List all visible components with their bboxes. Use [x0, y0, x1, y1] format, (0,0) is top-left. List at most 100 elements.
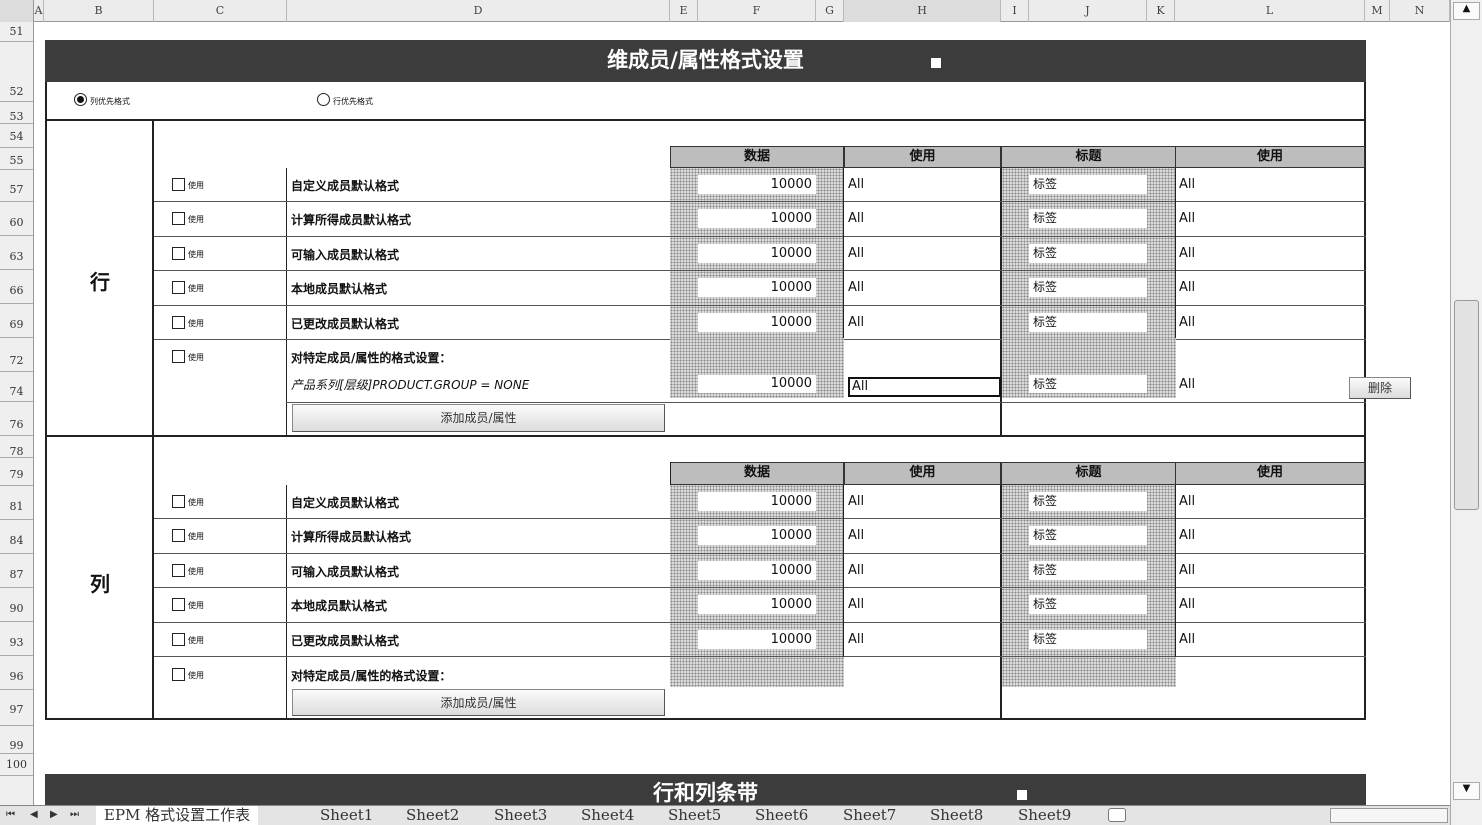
row-item-checkbox[interactable] — [172, 246, 185, 260]
col-item-tag[interactable]: 标签 — [1029, 595, 1147, 615]
row-item-tag[interactable]: 标签 — [1029, 209, 1147, 229]
col-item-checkbox[interactable] — [172, 495, 185, 508]
col-item-tag[interactable]: 标签 — [1029, 492, 1147, 511]
row-header[interactable]: 87 — [0, 554, 33, 588]
radio-row-first[interactable] — [317, 93, 330, 106]
row-item-tag[interactable]: 标签 — [1029, 312, 1147, 332]
row-header[interactable]: 99 — [0, 726, 33, 754]
col-item-use2[interactable]: All — [1179, 494, 1195, 509]
scroll-thumb[interactable] — [1454, 300, 1479, 510]
vertical-scrollbar[interactable]: ▲ ▼ — [1450, 0, 1482, 825]
sheet-tab[interactable]: Sheet9 — [1010, 806, 1079, 825]
row-item-use2[interactable]: All — [1179, 246, 1195, 261]
next-sheet-icon[interactable]: ▶ — [50, 809, 58, 820]
col-item-use[interactable]: All — [848, 597, 864, 612]
col-header-a[interactable]: A — [34, 0, 44, 22]
sheet-tab[interactable]: Sheet1 — [312, 806, 381, 825]
select-all-corner[interactable] — [0, 0, 34, 22]
col-add-member-button[interactable]: 添加成员/属性 — [292, 689, 665, 716]
row-header[interactable]: 66 — [0, 270, 33, 304]
horizontal-scrollbar[interactable] — [1330, 808, 1448, 823]
row-header[interactable]: 78 — [0, 436, 33, 458]
row-header[interactable]: 54 — [0, 124, 33, 148]
row-item-use2[interactable]: All — [1179, 280, 1195, 295]
col-header-m[interactable]: M — [1365, 0, 1390, 22]
row-header[interactable]: 60 — [0, 202, 33, 236]
row-header[interactable]: 57 — [0, 170, 33, 202]
row-header[interactable]: 53 — [0, 102, 33, 124]
scroll-down-icon[interactable]: ▼ — [1453, 782, 1480, 800]
col-item-use2[interactable]: All — [1179, 632, 1195, 647]
last-sheet-icon[interactable]: ⏭ — [70, 809, 79, 820]
col-header-i[interactable]: I — [1001, 0, 1029, 22]
col-item-data-value[interactable]: 10000 — [698, 629, 816, 649]
row-specific-tag[interactable]: 标签 — [1029, 375, 1147, 393]
row-add-member-button[interactable]: 添加成员/属性 — [292, 404, 665, 432]
row-item-use[interactable]: All — [848, 315, 864, 330]
row-item-use[interactable]: All — [848, 211, 864, 226]
row-header[interactable]: 90 — [0, 588, 33, 622]
col-header-k[interactable]: K — [1147, 0, 1175, 22]
row-item-data-value[interactable]: 10000 — [698, 209, 816, 229]
row-specific-member[interactable]: 产品系列[层级]PRODUCT.GROUP = NONE — [291, 376, 529, 393]
sheet-tab[interactable]: Sheet4 — [573, 806, 642, 825]
col-item-use2[interactable]: All — [1179, 597, 1195, 612]
row-header[interactable]: 96 — [0, 656, 33, 690]
col-item-use[interactable]: All — [848, 632, 864, 647]
row-header[interactable]: 72 — [0, 338, 33, 372]
col-header-l[interactable]: L — [1175, 0, 1365, 22]
col-item-checkbox[interactable] — [172, 632, 185, 646]
row-item-checkbox[interactable] — [172, 315, 185, 329]
row-item-data-value[interactable]: 10000 — [698, 243, 816, 263]
row-item-data-value[interactable]: 10000 — [698, 278, 816, 298]
row-header[interactable]: 69 — [0, 304, 33, 338]
row-item-checkbox[interactable] — [172, 178, 185, 191]
row-header[interactable]: 74 — [0, 372, 33, 402]
row-item-data-value[interactable]: 10000 — [698, 312, 816, 332]
radio-column-first[interactable] — [74, 93, 87, 106]
delete-button[interactable]: 删除 — [1349, 377, 1411, 399]
row-item-use[interactable]: All — [848, 280, 864, 295]
col-item-checkbox[interactable] — [172, 529, 185, 543]
row-header[interactable]: 63 — [0, 236, 33, 270]
col-header-f[interactable]: F — [698, 0, 816, 22]
row-header[interactable]: 81 — [0, 486, 33, 520]
row-item-data-value[interactable]: 10000 — [698, 175, 816, 194]
col-header-j[interactable]: J — [1029, 0, 1147, 22]
sheet-tab[interactable]: Sheet8 — [922, 806, 991, 825]
row-item-use[interactable]: All — [848, 177, 864, 192]
col-item-tag[interactable]: 标签 — [1029, 629, 1147, 649]
col-item-data-value[interactable]: 10000 — [698, 492, 816, 511]
col-header-c[interactable]: C — [154, 0, 287, 22]
sheet-tab[interactable]: Sheet2 — [398, 806, 467, 825]
col-item-use[interactable]: All — [848, 563, 864, 578]
row-specific-use2[interactable]: All — [1179, 377, 1195, 392]
col-header-h[interactable]: H — [844, 0, 1001, 22]
scroll-up-icon[interactable]: ▲ — [1453, 2, 1480, 20]
sheet-tab[interactable]: Sheet3 — [486, 806, 555, 825]
col-item-use2[interactable]: All — [1179, 528, 1195, 543]
insert-sheet-icon[interactable] — [1108, 808, 1126, 822]
col-item-use2[interactable]: All — [1179, 563, 1195, 578]
col-header-b[interactable]: B — [44, 0, 154, 22]
col-header-g[interactable]: G — [816, 0, 844, 22]
row-item-checkbox[interactable] — [172, 281, 185, 295]
sheet-tab[interactable]: Sheet5 — [660, 806, 729, 825]
row-specific-data-value[interactable]: 10000 — [698, 375, 816, 393]
row-item-tag[interactable]: 标签 — [1029, 175, 1147, 194]
col-item-data-value[interactable]: 10000 — [698, 560, 816, 580]
col-header-n[interactable]: N — [1390, 0, 1450, 22]
col-item-use[interactable]: All — [848, 494, 864, 509]
col-item-tag[interactable]: 标签 — [1029, 560, 1147, 580]
sheet-tab[interactable]: Sheet6 — [747, 806, 816, 825]
col-header-d[interactable]: D — [287, 0, 670, 22]
row-specific-checkbox[interactable] — [172, 350, 185, 363]
row-item-use2[interactable]: All — [1179, 177, 1195, 192]
col-item-checkbox[interactable] — [172, 598, 185, 612]
row-header[interactable]: 52 — [0, 42, 33, 102]
col-item-checkbox[interactable] — [172, 563, 185, 577]
col-item-use[interactable]: All — [848, 528, 864, 543]
sheet-tab[interactable]: EPM 格式设置工作表 — [96, 806, 259, 825]
row-header[interactable]: 84 — [0, 520, 33, 554]
row-header[interactable]: 55 — [0, 148, 33, 170]
